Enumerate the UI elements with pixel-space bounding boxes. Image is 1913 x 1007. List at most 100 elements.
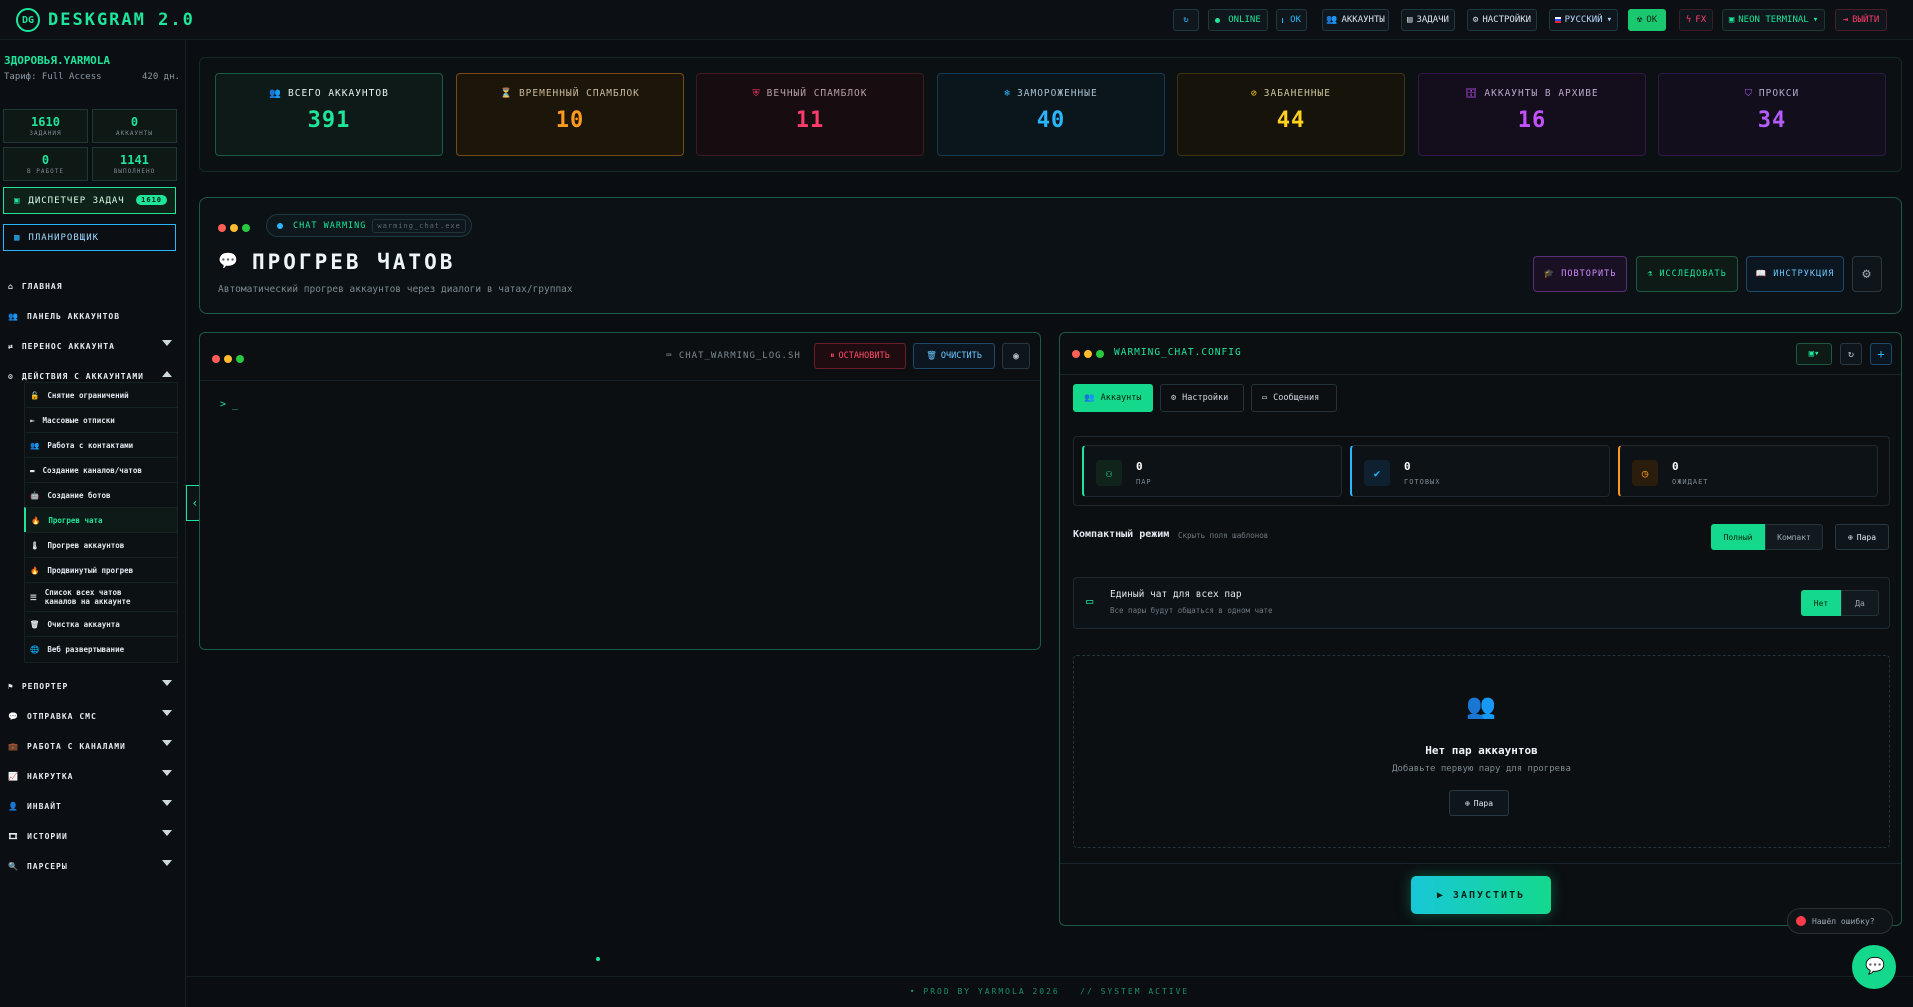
logout-label: ВЫЙТИ: [1852, 15, 1880, 25]
sub-create-bots[interactable]: 🤖 Создание ботов: [24, 482, 178, 509]
sub-create-channels[interactable]: ▬ Создание каналов/чатов: [24, 457, 178, 484]
single-chat-title: Единый чат для всех пар: [1110, 589, 1242, 600]
empty-add-pair-button[interactable]: ⊕ Пара: [1449, 790, 1509, 816]
card-archived[interactable]: 🗄 АККАУНТЫ В АРХИВЕ 16: [1418, 73, 1646, 156]
clipboard-icon: ▣: [14, 195, 21, 206]
sub-chat-warming[interactable]: 🔥 Прогрев чата: [24, 507, 178, 534]
chevron-down-icon: ▾: [1812, 15, 1819, 25]
card-proxies[interactable]: ⛉ ПРОКСИ 34: [1658, 73, 1886, 156]
chevron-down-icon: [162, 740, 172, 746]
repeat-button[interactable]: 🎓 ПОВТОРИТЬ: [1533, 256, 1627, 292]
nav-label: НАКРУТКА: [26, 771, 74, 781]
status-dot: [596, 957, 600, 961]
stat-value: 1610: [31, 115, 60, 129]
logout-button[interactable]: ⇥ ВЫЙТИ: [1835, 9, 1887, 31]
nav-invite[interactable]: 👤 ИНВАЙТ: [8, 794, 178, 818]
stat-value: 0: [1672, 460, 1679, 473]
shield-icon: ⛨: [752, 88, 761, 99]
tab-accounts[interactable]: 👥 Аккаунты: [1073, 384, 1153, 412]
sub-web-deploy[interactable]: 🌐 Веб развертывание: [24, 636, 178, 663]
accounts-button[interactable]: 👥 АККАУНТЫ: [1322, 9, 1389, 31]
empty-desc: Добавьте первую пару для прогрева: [1392, 764, 1571, 774]
nav-sms[interactable]: 💬 ОТПРАВКА СМС: [8, 704, 178, 728]
scheduler-button[interactable]: ▦ ПЛАНИРОВЩИК: [3, 224, 176, 251]
sub-all-chats-list[interactable]: ☰ Список всех чатов каналов на аккаунте: [24, 582, 178, 612]
stat-label: ОЖИДАЕТ: [1672, 478, 1709, 486]
tab-label: Настройки: [1182, 393, 1229, 403]
tab-settings[interactable]: ⚙ Настройки: [1160, 384, 1244, 412]
tab-messages[interactable]: ▭ Сообщения: [1251, 384, 1337, 412]
card-banned[interactable]: ⊘ ЗАБАНЕННЫЕ 44: [1177, 73, 1405, 156]
error-report-button[interactable]: Нашёл ошибку?: [1787, 908, 1893, 934]
card-perm-spamblock[interactable]: ⛨ ВЕЧНЫЙ СПАМБЛОК 11: [696, 73, 924, 156]
sub-label: Создание каналов/чатов: [42, 466, 142, 475]
language-select[interactable]: РУССКИЙ ▾: [1549, 9, 1618, 31]
flame-icon: 🔥: [31, 516, 41, 525]
chevron-down-icon: [162, 800, 172, 806]
task-manager-button[interactable]: ▣ ДИСПЕТЧЕР ЗАДАЧ 1610: [3, 187, 176, 214]
sub-mass-unsubscribe[interactable]: ⇤ Массовые отписки: [24, 407, 178, 434]
sub-remove-limits[interactable]: 🔓 Снятие ограничений: [24, 382, 178, 409]
yes-label: Да: [1855, 598, 1865, 608]
stat-value: 0: [1404, 460, 1411, 473]
stop-button[interactable]: ⏸ ОСТАНОВИТЬ: [814, 343, 906, 369]
nav-parsers[interactable]: 🔍 ПАРСЕРЫ: [8, 854, 178, 878]
logo[interactable]: DG DESKGRAM 2.0: [16, 8, 195, 32]
compact-mode-label: Компактный режим: [1073, 529, 1170, 540]
reset-button[interactable]: ↻: [1840, 343, 1862, 365]
toggle-visibility-button[interactable]: ◉: [1002, 343, 1030, 369]
guide-button[interactable]: 📖 ИНСТРУКЦИЯ: [1746, 256, 1844, 292]
tasks-button[interactable]: ▤ ЗАДАЧИ: [1401, 9, 1455, 31]
explore-button[interactable]: ⚗ ИССЛЕДОВАТЬ: [1636, 256, 1738, 292]
support-chat-button[interactable]: 💬: [1852, 945, 1896, 989]
ok-label: OK: [1290, 15, 1301, 25]
sub-account-warming[interactable]: 🌡 Прогрев аккаунтов: [24, 532, 178, 559]
search-icon: 🔍: [8, 861, 19, 871]
nav-label: ПАРСЕРЫ: [26, 861, 68, 871]
card-total-accounts[interactable]: 👥 ВСЕГО АККАУНТОВ 391: [215, 73, 443, 156]
sub-advanced-warming[interactable]: 🔥 Продвинутый прогрев: [24, 557, 178, 584]
clear-button[interactable]: 🗑 ОЧИСТИТЬ: [913, 343, 995, 369]
start-button[interactable]: ▶ ЗАПУСТИТЬ: [1411, 876, 1551, 914]
settings-button[interactable]: ⚙ НАСТРОЙКИ: [1467, 9, 1537, 31]
nav-home[interactable]: ⌂ ГЛАВНАЯ: [8, 274, 178, 298]
card-frozen[interactable]: ❄ ЗАМОРОЖЕННЫЕ 40: [937, 73, 1165, 156]
calendar-icon: ▦: [14, 232, 21, 243]
theme-select[interactable]: ▣ NEON TERMINAL ▾: [1722, 9, 1825, 31]
plus-circle-icon: ⊕: [1847, 532, 1853, 542]
single-chat-no[interactable]: Нет: [1801, 590, 1841, 616]
single-chat-yes[interactable]: Да: [1841, 590, 1879, 616]
sub-contacts[interactable]: 👥 Работа с контактами: [24, 432, 178, 459]
window-dots: [218, 222, 254, 235]
empty-title: Нет пар аккаунтов: [1425, 744, 1538, 757]
nav-label: ИСТОРИИ: [27, 831, 68, 841]
stop-label: ОСТАНОВИТЬ: [838, 351, 890, 361]
nav-account-transfer[interactable]: ⇄ ПЕРЕНОС АККАУНТА: [8, 334, 178, 358]
mode-full-button[interactable]: Полный: [1711, 524, 1765, 550]
fx-toggle[interactable]: ϟ FX: [1679, 9, 1713, 31]
settings-gear-button[interactable]: ⚙: [1852, 256, 1882, 292]
add-pair-button[interactable]: ⊕ Пара: [1835, 524, 1889, 550]
sub-account-cleanup[interactable]: 🗑 Очистка аккаунта: [24, 611, 178, 638]
settings-label: НАСТРОЙКИ: [1482, 15, 1532, 25]
error-report-label: Нашёл ошибку?: [1812, 916, 1875, 926]
save-menu-button[interactable]: ▣▾: [1796, 343, 1832, 365]
nav-stories[interactable]: 🎞 ИСТОРИИ: [8, 824, 178, 848]
refresh-button[interactable]: ↻: [1173, 9, 1199, 31]
app-title: DESKGRAM 2.0: [48, 10, 195, 30]
clipboard-icon: ▤: [1407, 15, 1413, 25]
nav-accounts-panel[interactable]: 👥 ПАНЕЛЬ АККАУНТОВ: [8, 304, 178, 328]
archive-icon: 🗄: [1465, 88, 1479, 99]
ok-status-button[interactable]: ☢ OK: [1628, 9, 1666, 31]
stat-value: 0: [1136, 460, 1143, 473]
mode-compact-button[interactable]: Компакт: [1765, 524, 1823, 550]
add-button[interactable]: +: [1870, 343, 1892, 365]
logout-icon: ⇤: [30, 416, 35, 425]
badge-dot: [277, 222, 283, 229]
nav-boost[interactable]: 📈 НАКРУТКА: [8, 764, 178, 788]
refresh-icon: ↻: [1183, 15, 1189, 25]
nav-reporter[interactable]: ⚑ РЕПОРТЕР: [8, 674, 178, 698]
nav-channels[interactable]: 💼 РАБОТА С КАНАЛАМИ: [8, 734, 178, 758]
card-temp-spamblock[interactable]: ⏳ ВРЕМЕННЫЙ СПАМБЛОК 10: [456, 73, 684, 156]
radiation-icon: ☢: [1636, 15, 1643, 25]
